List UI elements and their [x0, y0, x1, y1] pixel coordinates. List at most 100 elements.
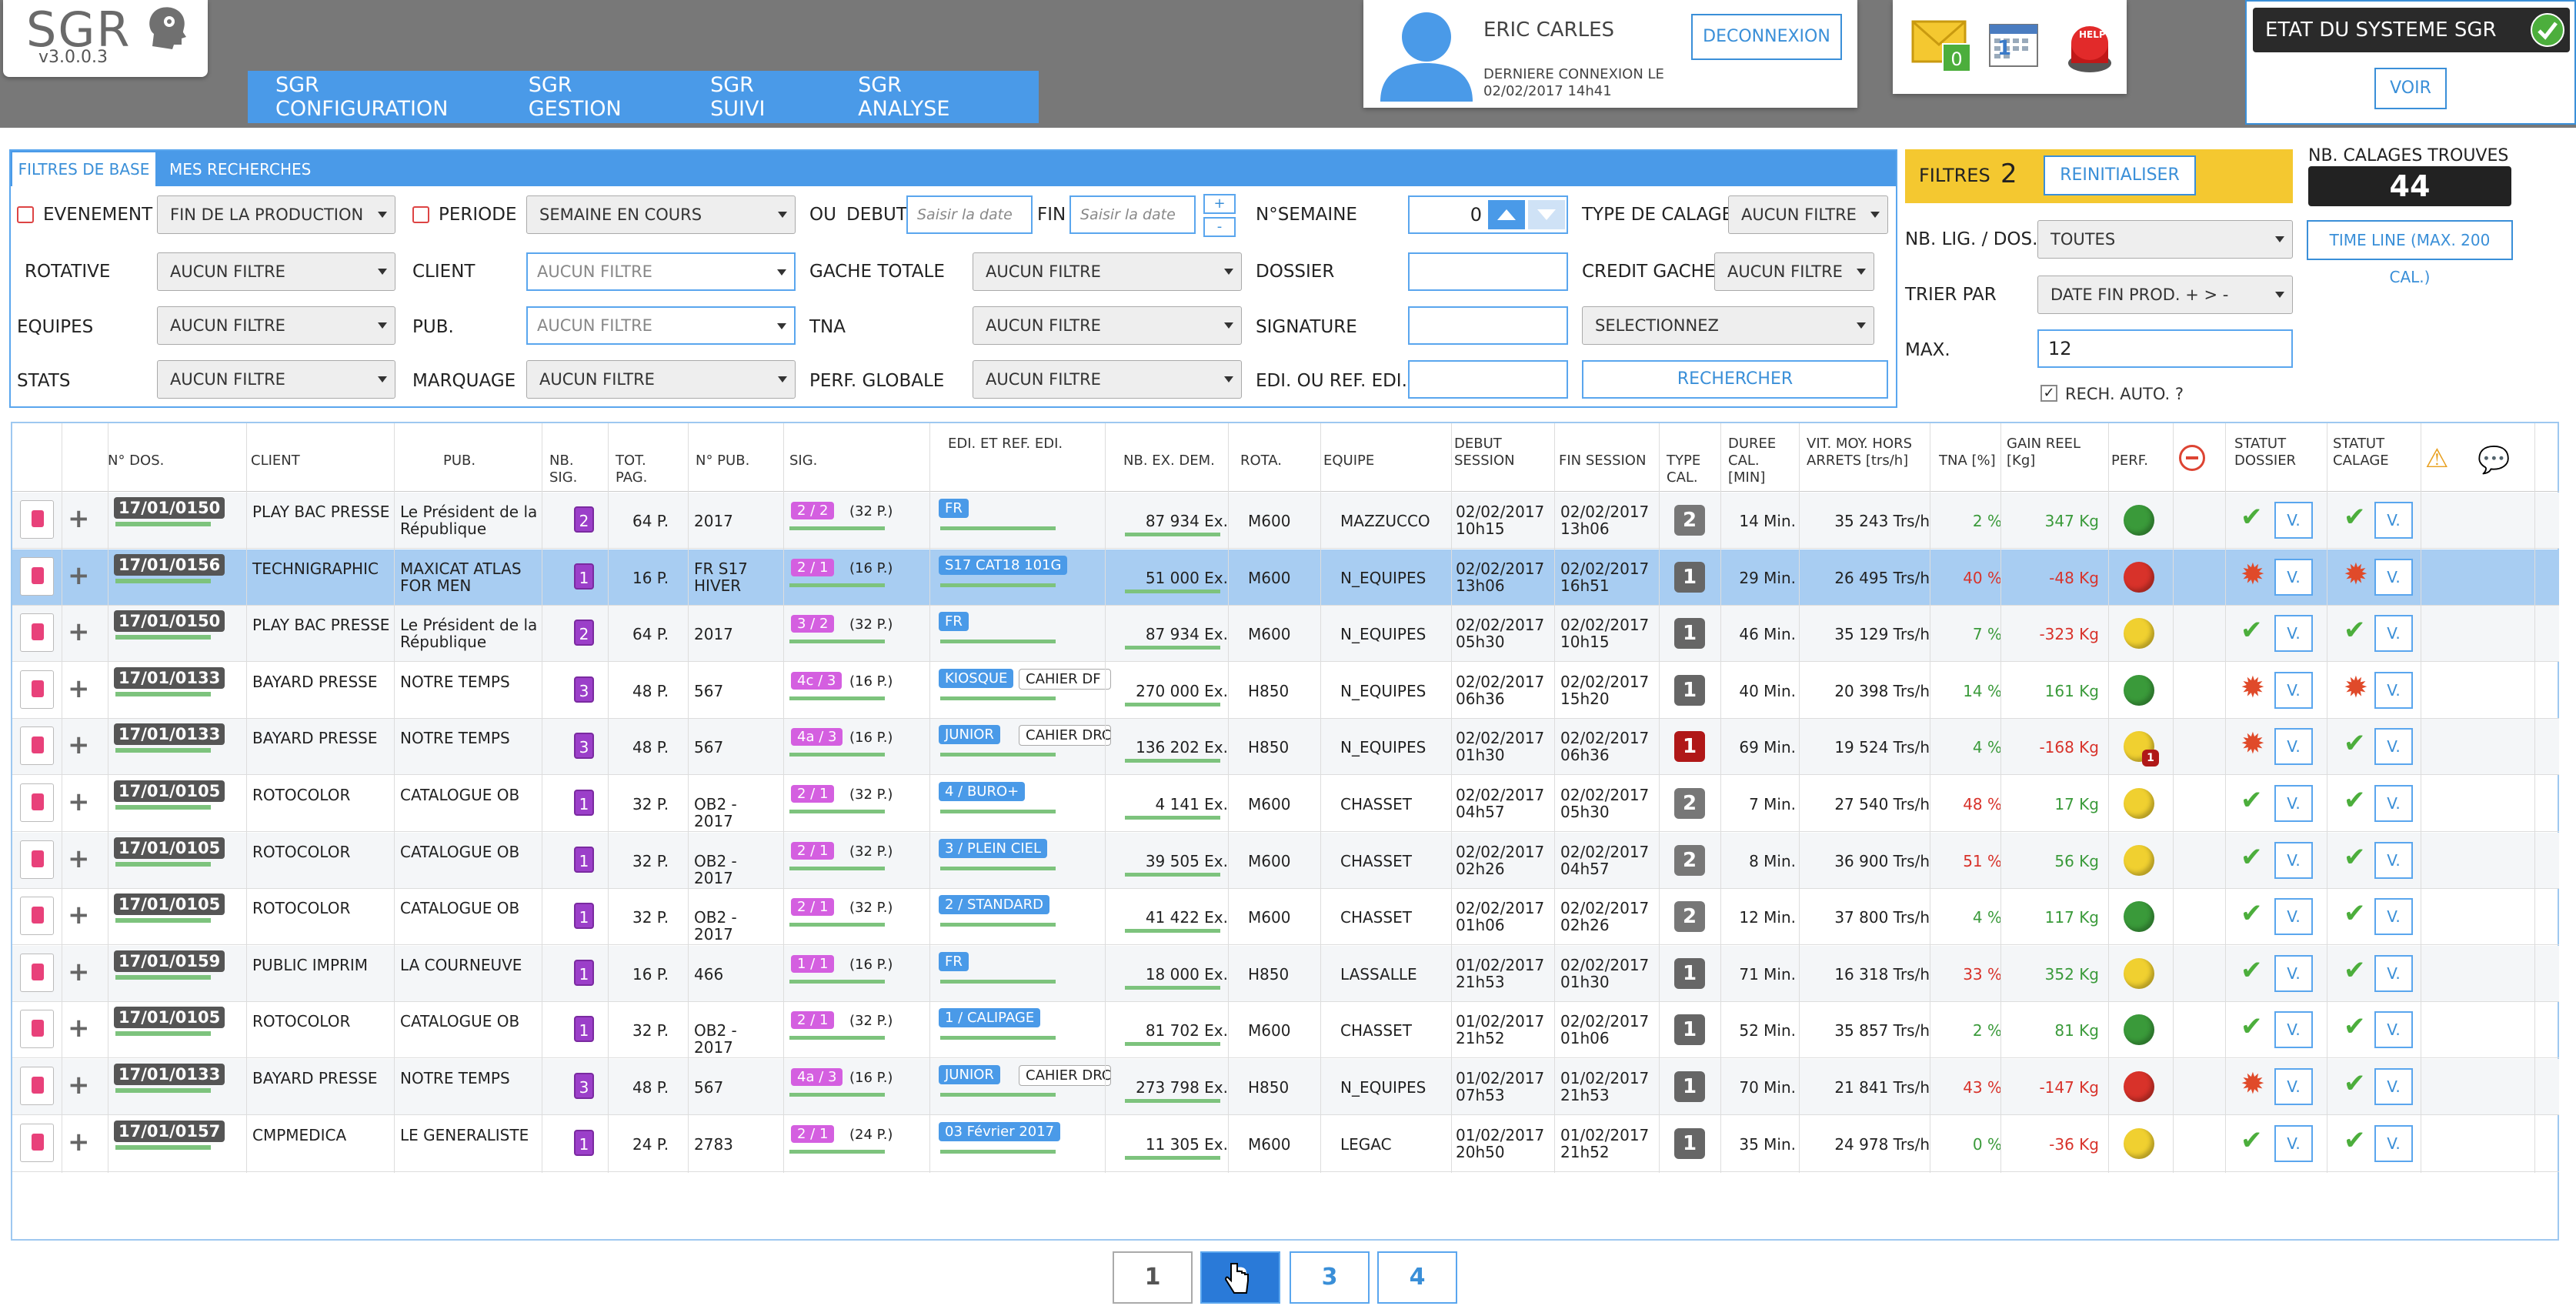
- timeline-button[interactable]: TIME LINE (MAX. 200 CAL.): [2307, 220, 2513, 286]
- view-calage-button[interactable]: V.: [2374, 1068, 2413, 1105]
- pub-select[interactable]: AUCUN FILTRE: [526, 306, 796, 345]
- edi-pill[interactable]: 2 / STANDARD: [939, 895, 1049, 915]
- column-header[interactable]: TOT. PAG.: [616, 453, 677, 486]
- expand-icon[interactable]: +: [68, 1127, 90, 1157]
- sig-pill[interactable]: 1 / 1: [791, 954, 835, 973]
- date-minus-button[interactable]: -: [1203, 217, 1236, 237]
- column-header[interactable]: TNA [%]: [1939, 453, 2000, 469]
- expand-icon[interactable]: +: [68, 957, 90, 987]
- edi-pill[interactable]: JUNIOR: [939, 1065, 1000, 1084]
- help-button-icon[interactable]: [2065, 20, 2114, 74]
- edi-ref-pill[interactable]: CAHIER DF: [1019, 668, 1111, 690]
- max-input[interactable]: 12: [2037, 329, 2293, 368]
- edi-ref-pill[interactable]: CAHIER DRC: [1019, 1065, 1111, 1086]
- pin-icon[interactable]: [20, 726, 54, 766]
- pin-icon[interactable]: [20, 556, 54, 596]
- pin-icon[interactable]: [20, 500, 54, 539]
- dossier-number[interactable]: 17/01/0150: [114, 610, 225, 633]
- client-select[interactable]: AUCUN FILTRE: [526, 252, 796, 291]
- credit-gache-select[interactable]: AUCUN FILTRE: [1714, 252, 1874, 291]
- pin-icon[interactable]: [20, 840, 54, 879]
- dossier-number[interactable]: 17/01/0133: [114, 723, 225, 746]
- expand-icon[interactable]: +: [68, 787, 90, 817]
- periode-checkbox[interactable]: [412, 206, 429, 223]
- edi-pill[interactable]: 3 / PLEIN CIEL: [939, 838, 1047, 858]
- pin-icon[interactable]: [20, 953, 54, 992]
- pin-icon[interactable]: [20, 670, 54, 709]
- expand-icon[interactable]: +: [68, 616, 90, 647]
- column-header[interactable]: SIG.: [789, 453, 943, 469]
- view-dossier-button[interactable]: V.: [2274, 671, 2313, 709]
- logout-button[interactable]: DECONNEXION: [1691, 14, 1842, 60]
- dossier-input[interactable]: [1408, 252, 1568, 291]
- remove-circle-icon[interactable]: [2179, 445, 2205, 471]
- view-calage-button[interactable]: V.: [2374, 558, 2413, 596]
- nav-sgr-configuration[interactable]: SGR CONFIGURATION: [275, 73, 475, 121]
- dossier-number[interactable]: 17/01/0150: [114, 497, 225, 519]
- signature-input[interactable]: [1408, 306, 1568, 345]
- view-calage-button[interactable]: V.: [2374, 1011, 2413, 1049]
- column-header[interactable]: STATUT DOSSIER: [2234, 436, 2319, 469]
- dossier-number[interactable]: 17/01/0133: [114, 1064, 225, 1085]
- sig-pill[interactable]: 4a / 3: [791, 728, 843, 747]
- marquage-select[interactable]: AUCUN FILTRE: [526, 360, 796, 399]
- column-header[interactable]: N° PUB.: [696, 453, 788, 469]
- periode-select[interactable]: SEMAINE EN COURS: [526, 195, 796, 234]
- edi-ref-pill[interactable]: CAHIER DRC: [1019, 725, 1111, 747]
- tna-select[interactable]: AUCUN FILTRE: [973, 306, 1242, 345]
- column-header[interactable]: EDI. ET REF. EDI.: [948, 436, 1117, 453]
- page-button-4[interactable]: 4: [1377, 1251, 1457, 1304]
- page-button-1[interactable]: 1: [1113, 1251, 1193, 1304]
- column-header[interactable]: DUREE CAL. [MIN]: [1728, 436, 1797, 486]
- sig-pill[interactable]: 2 / 1: [791, 898, 835, 917]
- sig-pill[interactable]: 4a / 3: [791, 1068, 843, 1086]
- sig-pill[interactable]: 3 / 2: [791, 615, 835, 633]
- pin-icon[interactable]: [20, 613, 54, 653]
- view-dossier-button[interactable]: V.: [2274, 954, 2313, 992]
- sig-pill[interactable]: 2 / 1: [791, 1011, 835, 1030]
- sig-pill[interactable]: 2 / 1: [791, 558, 835, 576]
- expand-icon[interactable]: +: [68, 900, 90, 930]
- evenement-checkbox[interactable]: [17, 206, 34, 223]
- page-button-3[interactable]: 3: [1290, 1251, 1370, 1304]
- expand-icon[interactable]: +: [68, 673, 90, 704]
- column-header[interactable]: GAIN REEL [Kg]: [2007, 436, 2099, 469]
- week-up-button[interactable]: [1488, 200, 1525, 229]
- pin-icon[interactable]: [20, 1010, 54, 1049]
- pin-icon[interactable]: [20, 897, 54, 936]
- edi-pill[interactable]: FR: [939, 499, 969, 518]
- debut-date-input[interactable]: Saisir la date: [906, 195, 1033, 234]
- reset-filters-button[interactable]: REINITIALISER: [2044, 155, 2196, 195]
- view-dossier-button[interactable]: V.: [2274, 502, 2313, 539]
- column-header[interactable]: PUB.: [443, 453, 536, 469]
- expand-icon[interactable]: +: [68, 560, 90, 591]
- view-calage-button[interactable]: V.: [2374, 954, 2413, 992]
- edi-pill[interactable]: S17 CAT18 101G: [939, 555, 1068, 575]
- search-button[interactable]: RECHERCHER: [1582, 360, 1888, 399]
- column-header[interactable]: EQUIPE: [1323, 453, 1439, 469]
- column-header[interactable]: PERF.: [2111, 453, 2165, 469]
- view-calage-button[interactable]: V.: [2374, 785, 2413, 822]
- view-dossier-button[interactable]: V.: [2274, 558, 2313, 596]
- column-header[interactable]: VIT. MOY. HORS ARRETS [trs/h]: [1807, 436, 1930, 469]
- view-calage-button[interactable]: V.: [2374, 615, 2413, 653]
- nb-lig-select[interactable]: TOUTES: [2037, 220, 2293, 259]
- sig-pill[interactable]: 2 / 2: [791, 502, 835, 519]
- stats-select[interactable]: AUCUN FILTRE: [157, 360, 395, 399]
- column-header[interactable]: STATUT CALAGE: [2333, 436, 2418, 469]
- view-dossier-button[interactable]: V.: [2274, 898, 2313, 936]
- week-down-button[interactable]: [1528, 200, 1565, 229]
- column-header[interactable]: CLIENT: [251, 453, 405, 469]
- column-header[interactable]: NB. EX. DEM.: [1123, 453, 1231, 469]
- dossier-number[interactable]: 17/01/0105: [114, 893, 225, 916]
- edi-pill[interactable]: JUNIOR: [939, 725, 1000, 745]
- view-dossier-button[interactable]: V.: [2274, 615, 2313, 653]
- nav-sgr-suivi[interactable]: SGR SUIVI: [710, 73, 804, 121]
- view-dossier-button[interactable]: V.: [2274, 1068, 2313, 1105]
- rech-auto-checkbox[interactable]: ✓: [2040, 385, 2057, 402]
- column-header[interactable]: FIN SESSION: [1559, 453, 1659, 469]
- column-header[interactable]: N° DOS.: [108, 453, 246, 469]
- pin-icon[interactable]: [20, 1123, 54, 1162]
- column-header[interactable]: ROTA.: [1240, 453, 1310, 469]
- gache-totale-select[interactable]: AUCUN FILTRE: [973, 252, 1242, 291]
